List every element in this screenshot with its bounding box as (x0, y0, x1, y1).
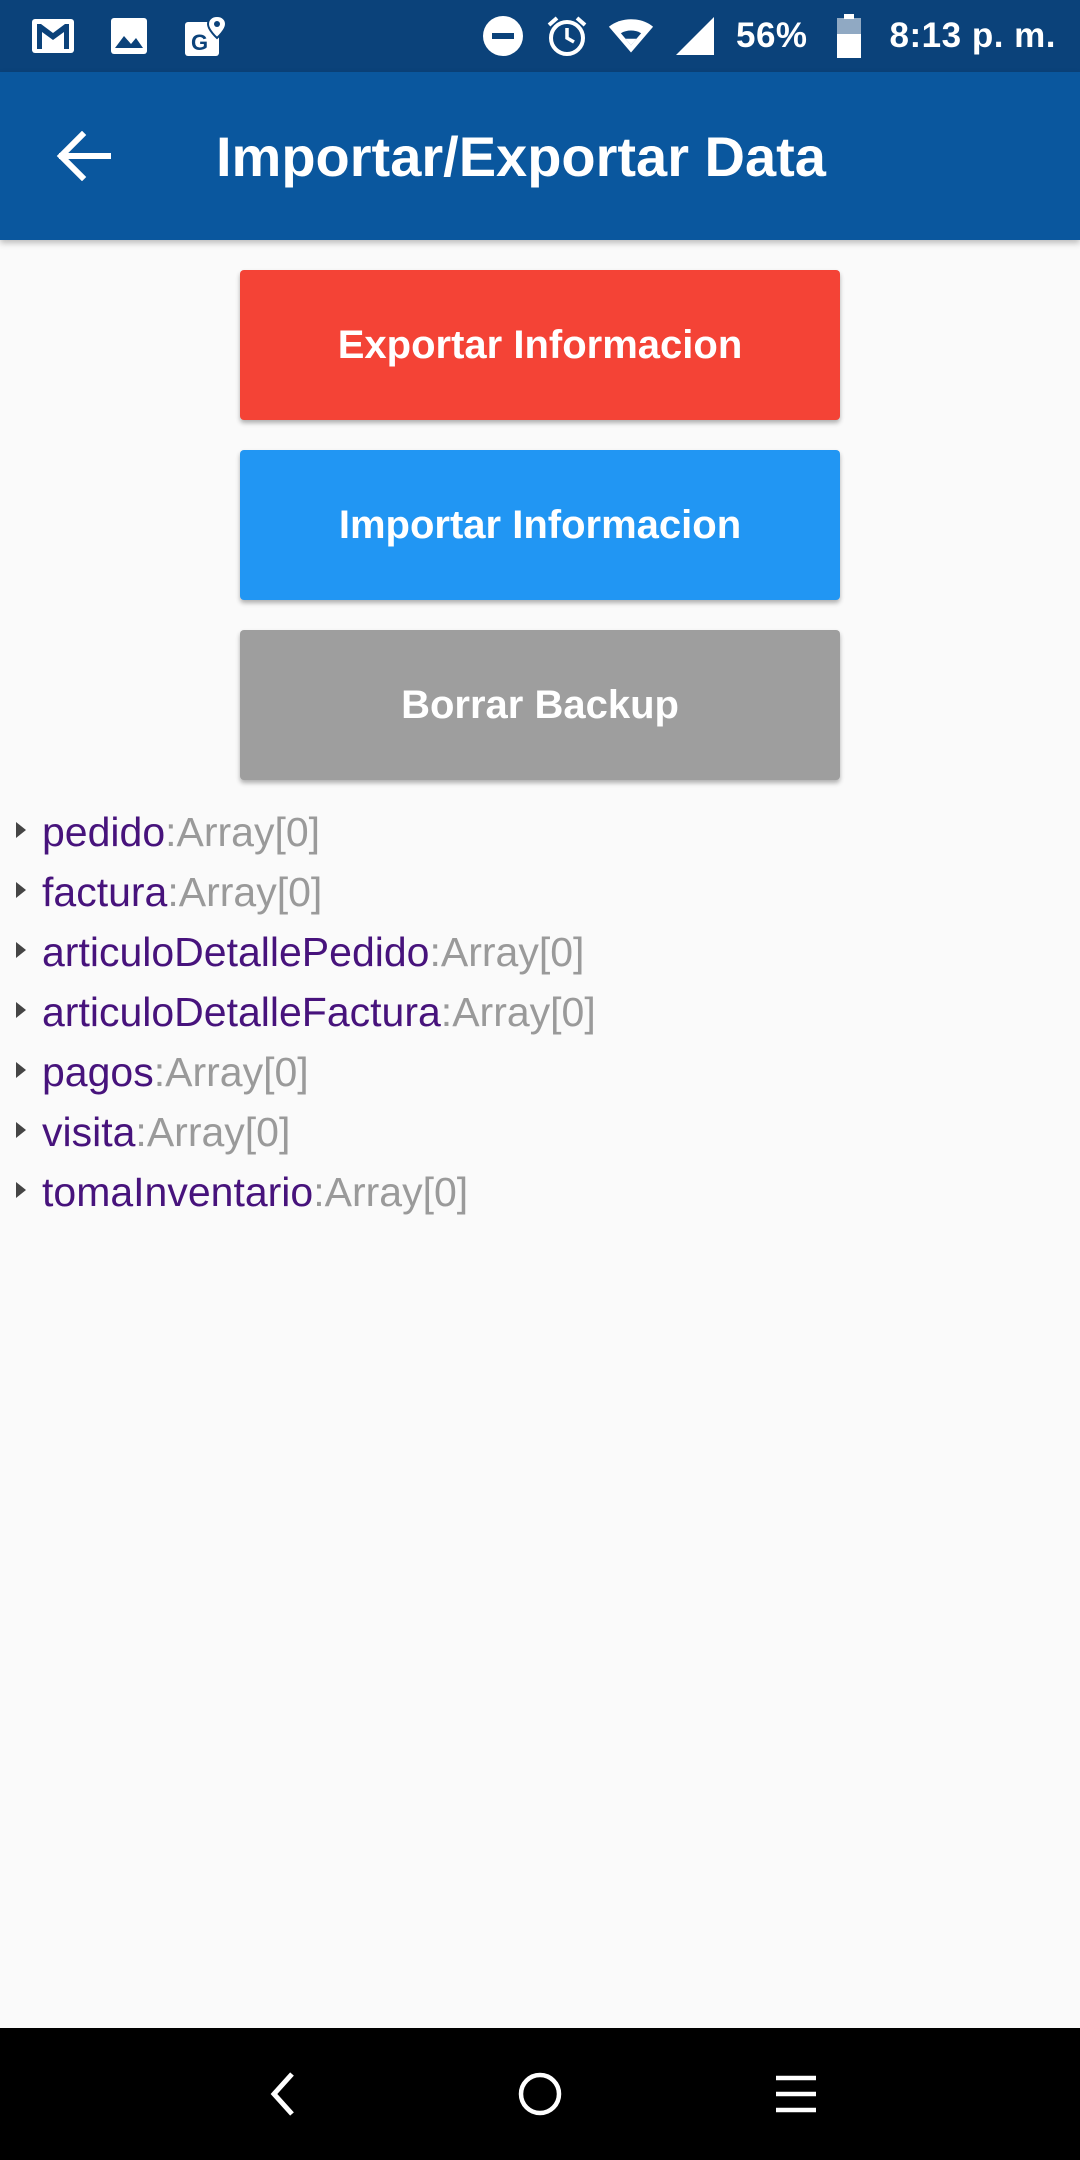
import-button[interactable]: Importar Informacion (240, 450, 840, 600)
tree-key: articuloDetallePedido (42, 928, 430, 975)
tree-separator: : (135, 1108, 147, 1155)
expand-arrow-icon[interactable] (16, 1122, 26, 1138)
tree-item-pedido[interactable]: pedido: Array[0] (0, 802, 1080, 862)
tree-item-toma-inventario[interactable]: tomaInventario: Array[0] (0, 1162, 1080, 1222)
tree-separator: : (153, 1048, 166, 1095)
page-title: Importar/Exportar Data (216, 125, 826, 188)
status-bar: G 56% 8:13 p. m. (0, 0, 1080, 72)
tree-key: pedido (42, 808, 166, 855)
nav-back-icon (270, 2072, 294, 2116)
battery-percentage: 56% (735, 16, 808, 55)
data-tree: pedido: Array[0] factura: Array[0] artic… (0, 802, 1080, 1222)
expand-arrow-icon[interactable] (16, 822, 26, 838)
tree-separator: : (165, 808, 177, 855)
tree-key: factura (42, 868, 168, 915)
expand-arrow-icon[interactable] (16, 882, 26, 898)
gallery-icon (106, 13, 152, 59)
nav-home-icon (518, 2072, 562, 2116)
tree-separator: : (167, 868, 179, 915)
export-button[interactable]: Exportar Informacion (240, 270, 840, 420)
app-bar: Importar/Exportar Data (0, 72, 1080, 240)
tree-value: Array[0] (146, 1108, 291, 1155)
tree-value: Array[0] (176, 808, 321, 855)
expand-arrow-icon[interactable] (16, 1182, 26, 1198)
nav-back-button[interactable] (248, 2058, 320, 2130)
tree-separator: : (440, 988, 453, 1035)
tree-value: Array[0] (178, 868, 323, 915)
tree-key: articuloDetalleFactura (42, 988, 441, 1035)
nav-menu-icon (776, 2075, 816, 2113)
tree-separator: : (429, 928, 441, 975)
tree-key: tomaInventario (42, 1168, 314, 1215)
do-not-disturb-icon (480, 13, 526, 59)
expand-arrow-icon[interactable] (16, 1062, 26, 1078)
tree-item-articulo-detalle-factura[interactable]: articuloDetalleFactura: Array[0] (0, 982, 1080, 1042)
expand-arrow-icon[interactable] (16, 1002, 26, 1018)
delete-backup-button[interactable]: Borrar Backup (240, 630, 840, 780)
tree-separator: : (313, 1168, 325, 1215)
system-icons: 56% 8:13 p. m. (480, 12, 1056, 60)
maps-icon: G (182, 13, 228, 59)
svg-text:G: G (191, 30, 208, 55)
nav-menu-button[interactable] (760, 2058, 832, 2130)
clock: 8:13 p. m. (889, 16, 1056, 55)
tree-key: visita (42, 1108, 136, 1155)
signal-icon (672, 13, 718, 59)
notification-icons: G (30, 12, 228, 60)
tree-key: pagos (42, 1048, 154, 1095)
tree-value: Array[0] (440, 928, 585, 975)
back-button[interactable] (40, 112, 128, 200)
tree-value: Array[0] (324, 1168, 469, 1215)
navigation-bar (0, 2028, 1080, 2160)
tree-item-articulo-detalle-pedido[interactable]: articuloDetallePedido: Array[0] (0, 922, 1080, 982)
tree-value: Array[0] (452, 988, 596, 1035)
battery-icon (826, 13, 872, 59)
alarm-icon (544, 13, 590, 59)
expand-arrow-icon[interactable] (16, 942, 26, 958)
nav-home-button[interactable] (504, 2058, 576, 2130)
gmail-icon (30, 13, 76, 59)
arrow-back-icon (56, 131, 111, 181)
wifi-icon (608, 13, 654, 59)
tree-value: Array[0] (165, 1048, 309, 1095)
tree-item-visita[interactable]: visita: Array[0] (0, 1102, 1080, 1162)
tree-item-factura[interactable]: factura: Array[0] (0, 862, 1080, 922)
tree-item-pagos[interactable]: pagos: Array[0] (0, 1042, 1080, 1102)
